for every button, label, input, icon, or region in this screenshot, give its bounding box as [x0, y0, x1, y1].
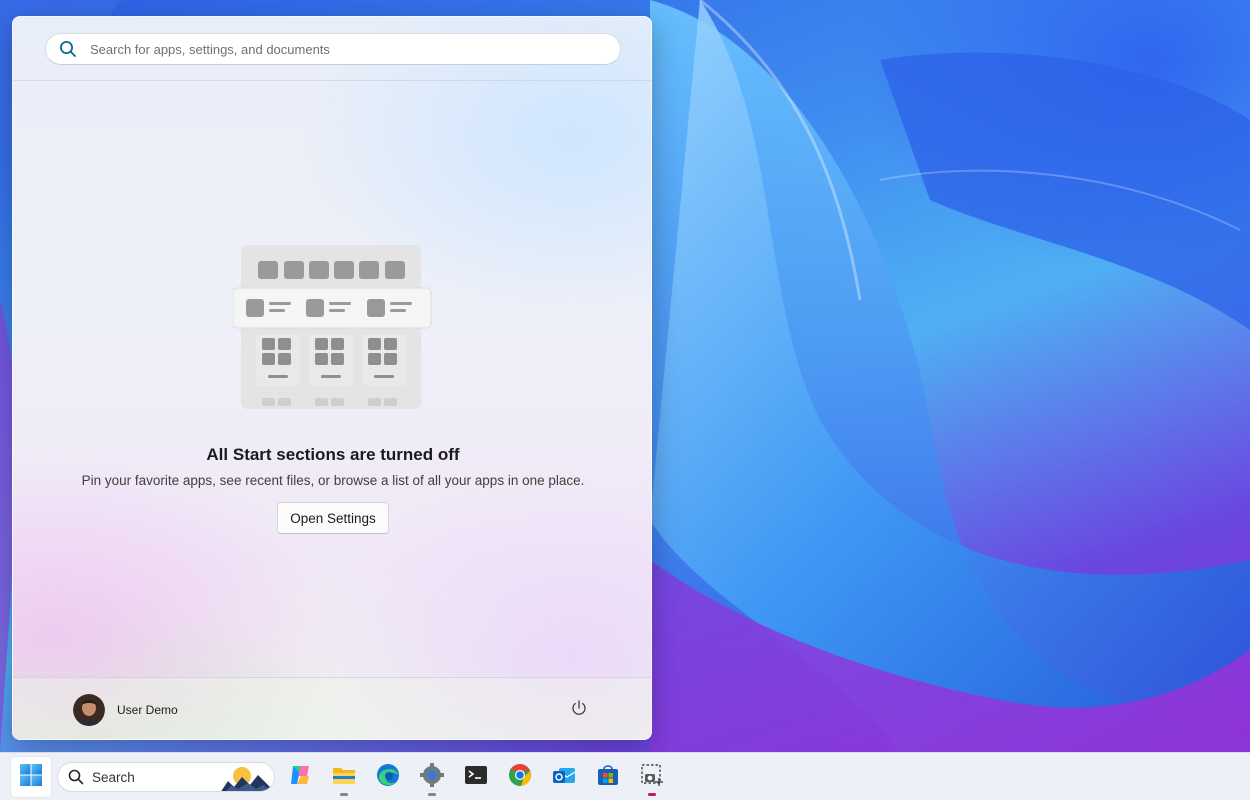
running-indicator	[340, 793, 348, 796]
file-explorer-icon	[331, 762, 357, 793]
start-search-box[interactable]	[45, 33, 621, 65]
taskbar-app-edge[interactable]	[368, 757, 408, 797]
terminal-icon	[463, 762, 489, 793]
taskbar-search-label: Search	[92, 769, 135, 785]
empty-state-subtitle: Pin your favorite apps, see recent files…	[81, 473, 585, 488]
copilot-icon	[287, 762, 313, 793]
start-menu-footer: User Demo	[13, 677, 651, 739]
search-divider	[13, 80, 651, 81]
power-icon	[570, 699, 588, 722]
taskbar-app-store[interactable]	[588, 757, 628, 797]
taskbar-app-chrome[interactable]	[500, 757, 540, 797]
taskbar-app-file-explorer[interactable]	[324, 757, 364, 797]
avatar	[73, 694, 105, 726]
taskbar-app-settings[interactable]	[412, 757, 452, 797]
snipping-tool-icon	[639, 762, 665, 793]
outlook-icon	[551, 762, 577, 793]
search-icon	[68, 769, 84, 785]
running-indicator	[428, 793, 436, 796]
store-icon	[595, 762, 621, 793]
chrome-icon	[507, 762, 533, 793]
edge-icon	[375, 762, 401, 793]
start-menu: All Start sections are turned off Pin yo…	[12, 16, 652, 740]
empty-state-title: All Start sections are turned off	[206, 445, 460, 464]
taskbar-app-terminal[interactable]	[456, 757, 496, 797]
taskbar-app-copilot[interactable]	[280, 757, 320, 797]
search-highlight-icon	[220, 763, 270, 791]
user-name-label: User Demo	[117, 703, 178, 717]
taskbar-search[interactable]: Search	[57, 762, 275, 792]
power-button[interactable]	[563, 694, 595, 726]
search-icon	[46, 34, 90, 64]
start-search-input[interactable]	[90, 41, 610, 57]
start-sections-illustration	[232, 245, 433, 411]
settings-icon	[419, 762, 445, 793]
taskbar: Search	[0, 752, 1250, 800]
start-button[interactable]	[11, 757, 51, 797]
user-account-button[interactable]: User Demo	[73, 692, 178, 728]
running-indicator	[648, 793, 656, 796]
taskbar-app-outlook[interactable]	[544, 757, 584, 797]
open-settings-button[interactable]: Open Settings	[277, 502, 389, 534]
taskbar-app-snipping-tool[interactable]	[632, 757, 672, 797]
start-icon	[19, 763, 43, 792]
